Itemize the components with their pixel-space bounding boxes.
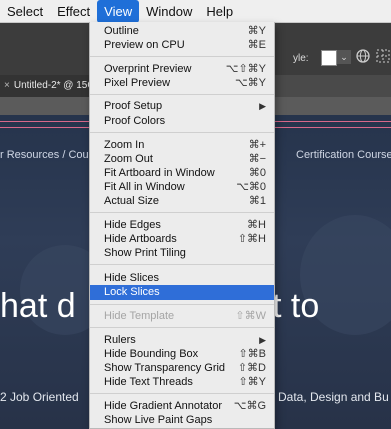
menu-item-hide-artboards[interactable]: Hide Artboards ⇧⌘H: [90, 232, 274, 246]
style-dropdown-icon[interactable]: ⌄: [337, 50, 351, 64]
menu-separator: [90, 304, 274, 305]
menu-separator: [90, 56, 274, 57]
grid-icon[interactable]: [376, 49, 390, 66]
menu-item-rulers[interactable]: Rulers ▶: [90, 333, 274, 347]
style-swatch[interactable]: [321, 50, 337, 66]
hero-heading-left: hat d: [0, 287, 76, 325]
menu-view[interactable]: View: [97, 0, 140, 23]
style-label: yle:: [293, 53, 309, 64]
menu-item-show-live-paint-gaps[interactable]: Show Live Paint Gaps: [90, 413, 274, 427]
hero-heading-right: t to: [272, 287, 320, 325]
menu-item-hide-gradient-annotator[interactable]: Hide Gradient Annotator ⌥⌘G: [90, 399, 274, 413]
menu-item-hide-edges[interactable]: Hide Edges ⌘H: [90, 218, 274, 232]
globe-icon[interactable]: [356, 49, 370, 66]
submenu-arrow-icon: ▶: [259, 101, 266, 111]
menu-item-show-print-tiling[interactable]: Show Print Tiling: [90, 246, 274, 260]
document-tab-title: Untitled-2* @ 15C: [13, 80, 95, 91]
menu-item-lock-slices[interactable]: Lock Slices: [90, 285, 274, 300]
menu-effect[interactable]: Effect: [50, 0, 97, 23]
menu-item-hide-slices[interactable]: Hide Slices: [90, 271, 274, 285]
menu-bar: Select Effect View Window Help: [0, 0, 391, 23]
menu-help[interactable]: Help: [199, 0, 240, 23]
menu-item-actual-size[interactable]: Actual Size ⌘1: [90, 194, 274, 208]
menu-separator: [90, 132, 274, 133]
menu-item-outline[interactable]: Outline ⌘Y: [90, 24, 274, 38]
view-menu-dropdown: Outline ⌘Y Preview on CPU ⌘E Overprint Pre…: [89, 22, 275, 429]
submenu-arrow-icon: ▶: [259, 335, 266, 345]
menu-item-fit-artboard[interactable]: Fit Artboard in Window ⌘0: [90, 166, 274, 180]
menu-separator: [90, 212, 274, 213]
menu-separator: [90, 94, 274, 95]
menu-item-proof-setup[interactable]: Proof Setup ▶: [90, 99, 274, 113]
menu-item-pixel-preview[interactable]: Pixel Preview ⌥⌘Y: [90, 76, 274, 90]
menu-item-proof-colors[interactable]: Proof Colors: [90, 114, 274, 128]
menu-select[interactable]: Select: [0, 0, 50, 23]
menu-item-hide-template: Hide Template ⇧⌘W: [104, 310, 266, 322]
menu-item-fit-all[interactable]: Fit All in Window ⌥⌘0: [90, 180, 274, 194]
menu-item-zoom-out[interactable]: Zoom Out ⌘−: [90, 152, 274, 166]
menu-item-show-transparency-grid[interactable]: Show Transparency Grid ⇧⌘D: [90, 361, 274, 375]
nav-certification-text: Certification Courses: [296, 149, 391, 161]
menu-item-zoom-in[interactable]: Zoom In ⌘+: [90, 138, 274, 152]
menu-item-hide-text-threads[interactable]: Hide Text Threads ⇧⌘Y: [90, 375, 274, 389]
subheading-left: 2 Job Oriented: [0, 390, 79, 404]
menu-separator: [90, 264, 274, 265]
subheading-right: Data, Design and Bu: [278, 390, 389, 404]
nav-breadcrumb-text: r Resources / Cour: [0, 149, 93, 161]
menu-separator: [90, 393, 274, 394]
menu-window[interactable]: Window: [139, 0, 199, 23]
menu-item-preview-on-cpu[interactable]: Preview on CPU ⌘E: [90, 38, 274, 52]
menu-separator: [90, 327, 274, 328]
close-tab-icon[interactable]: ×: [4, 80, 10, 91]
menu-item-overprint-preview[interactable]: Overprint Preview ⌥⇧⌘Y: [90, 62, 274, 76]
menu-item-hide-bounding-box[interactable]: Hide Bounding Box ⇧⌘B: [90, 347, 274, 361]
